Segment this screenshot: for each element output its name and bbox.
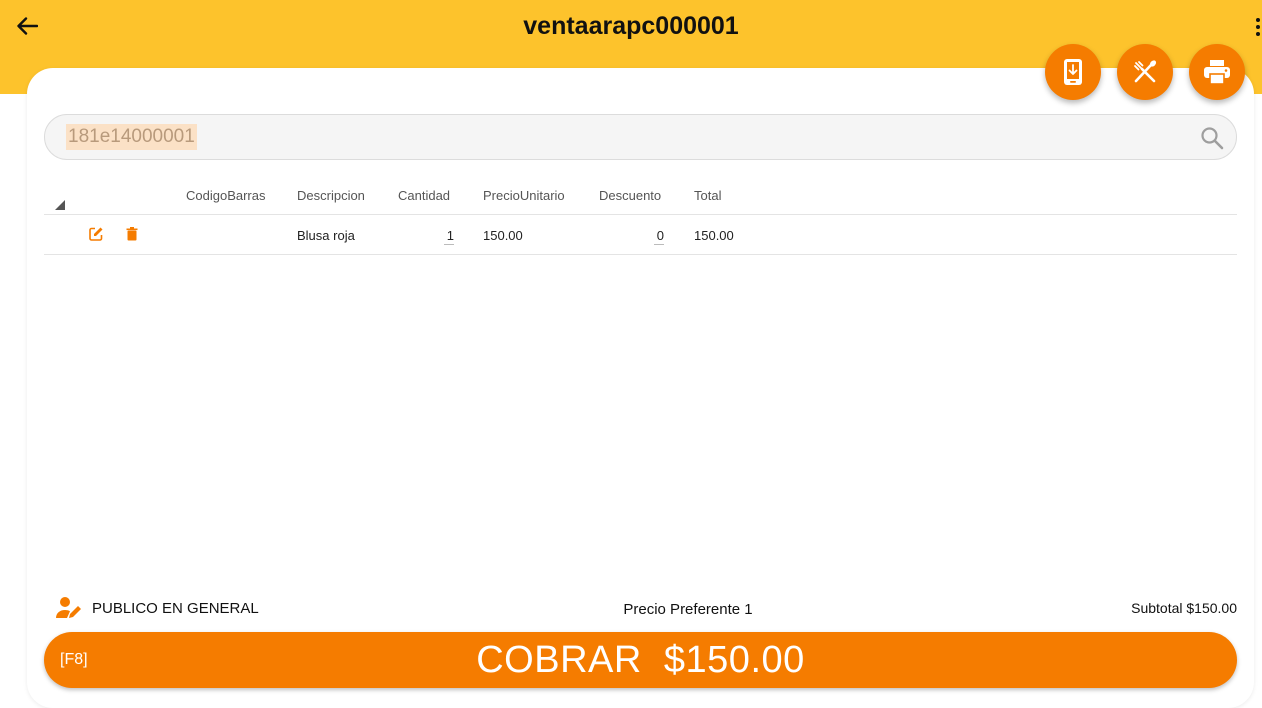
- sort-indicator-icon[interactable]: [55, 200, 65, 210]
- search-input[interactable]: 181e14000001: [66, 124, 197, 150]
- column-header-total[interactable]: Total: [694, 188, 721, 203]
- edit-icon[interactable]: [88, 226, 104, 242]
- search-button[interactable]: [1198, 124, 1226, 152]
- search-icon: [1201, 127, 1224, 150]
- fork-knife-icon: [1134, 60, 1157, 83]
- phone-download-icon: [1064, 59, 1082, 85]
- column-header-descripcion[interactable]: Descripcion: [297, 188, 365, 203]
- column-header-preciounitario[interactable]: PrecioUnitario: [483, 188, 565, 203]
- cell-total: 150.00: [694, 228, 734, 243]
- charge-button[interactable]: [F8] COBRAR $150.00: [44, 632, 1237, 688]
- table-header: CodigoBarras Descripcion Cantidad Precio…: [44, 178, 1237, 215]
- phone-download-button[interactable]: [1045, 44, 1101, 100]
- quantity-input[interactable]: 1: [444, 228, 454, 245]
- discount-input[interactable]: 0: [654, 228, 664, 245]
- column-header-cantidad[interactable]: Cantidad: [398, 188, 450, 203]
- barcode-search-bar[interactable]: 181e14000001: [44, 114, 1237, 160]
- more-menu-button[interactable]: [1254, 16, 1262, 38]
- trash-icon[interactable]: [124, 226, 140, 242]
- column-header-descuento[interactable]: Descuento: [599, 188, 661, 203]
- cell-preciounitario: 150.00: [483, 228, 523, 243]
- more-vertical-icon: [1256, 18, 1260, 36]
- sale-summary: PUBLICO EN GENERAL Precio Preferente 1 S…: [44, 596, 1237, 622]
- page-title: ventaarapc000001: [523, 12, 739, 40]
- restaurant-button[interactable]: [1117, 44, 1173, 100]
- table-row: Blusa roja 1 150.00 0 150.00: [44, 214, 1237, 255]
- price-level-label: Precio Preferente 1: [623, 601, 753, 618]
- cell-descripcion: Blusa roja: [297, 228, 355, 243]
- subtotal-label: Subtotal $150.00: [1131, 600, 1237, 616]
- printer-icon: [1204, 60, 1230, 85]
- column-header-codigobarras[interactable]: CodigoBarras: [186, 188, 266, 203]
- charge-amount-label: COBRAR $150.00: [476, 639, 805, 681]
- print-button[interactable]: [1189, 44, 1245, 100]
